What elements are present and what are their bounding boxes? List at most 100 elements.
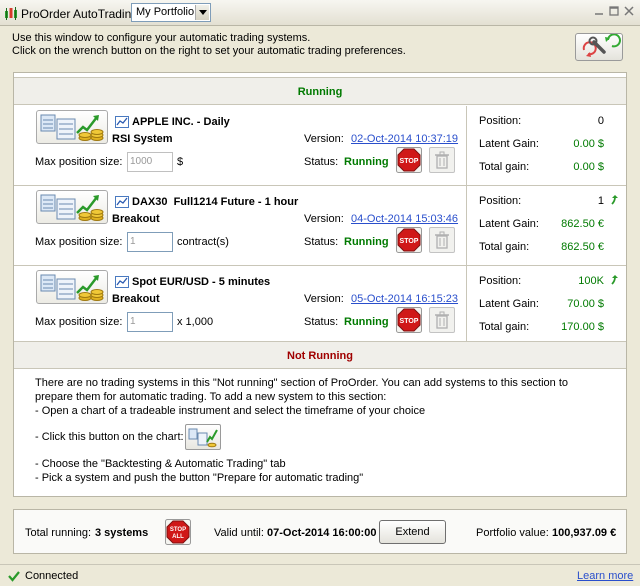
intro-text: Use this window to configure your automa… [12,32,552,58]
max-position-input[interactable]: 1000 [127,152,173,172]
trash-icon [435,231,449,249]
status-value: Running [344,156,389,168]
stop-label: STOP [400,318,419,325]
max-position-label: Max position size: [35,236,123,248]
position-label: Position: [479,115,522,127]
status-value: Running [344,236,389,248]
version-link[interactable]: 04-Oct-2014 15:03:46 [351,213,458,225]
minimize-icon[interactable] [593,5,605,17]
running-section-header: Running [14,77,626,105]
check-icon [8,571,20,582]
column-divider [466,266,467,346]
stop-all-button[interactable]: STOP ALL [165,519,191,545]
not-running-line-4: - Click this button on the chart: [35,431,184,443]
position-label: Position: [479,275,522,287]
valid-until-label: Valid until: [214,527,264,539]
system-name: DAX30 Full1214 Future - 1 hour [132,196,299,208]
title-bar: ProOrder AutoTrading My Portfolio [0,0,640,26]
latent-gain-label: Latent Gain: [479,218,539,230]
chevron-down-icon[interactable] [195,5,209,20]
max-position-input[interactable]: 1 [127,232,173,252]
learn-more-link[interactable]: Learn more [577,570,633,582]
version-label: Version: [304,293,344,305]
extend-button[interactable]: Extend [379,520,446,544]
system-row-apple: APPLE INC. - Daily RSI System Max positi… [14,106,626,186]
total-gain-value: 170.00 $ [561,321,604,333]
portfolio-select[interactable]: My Portfolio [131,3,211,22]
delete-button[interactable] [429,227,455,253]
max-position-input[interactable]: 1 [127,312,173,332]
not-running-line-1: There are no trading systems in this "No… [35,377,569,389]
delete-button[interactable] [429,147,455,173]
stop-all-label-line-1: STOP [170,527,186,533]
trading-system-icon [188,428,218,448]
stop-all-label-line-2: ALL [172,534,184,540]
chart-type-icon [115,276,129,288]
system-chart-button[interactable] [36,270,108,304]
trend-up-icon [611,275,618,285]
version-link[interactable]: 05-Oct-2014 16:15:23 [351,293,458,305]
stop-label: STOP [400,158,419,165]
total-gain-label: Total gain: [479,241,530,253]
not-running-line-2: prepare them for automatic trading. To a… [35,391,387,403]
total-gain-label: Total gain: [479,161,530,173]
column-divider [466,106,467,186]
latent-gain-label: Latent Gain: [479,298,539,310]
version-link[interactable]: 02-Oct-2014 10:37:19 [351,133,458,145]
total-running-value: 3 systems [95,527,149,539]
system-name: APPLE INC. - Daily [132,116,230,128]
max-position-label: Max position size: [35,316,123,328]
stop-button[interactable]: STOP [396,307,422,333]
max-position-unit: contract(s) [177,236,229,248]
max-position-unit: x 1,000 [177,316,214,328]
portfolio-value-label: Portfolio value: [476,527,549,539]
trash-icon [435,151,449,169]
chart-type-icon [115,116,129,128]
max-position-unit: $ [177,156,184,168]
position-label: Position: [479,195,522,207]
system-row-eurusd: Spot EUR/USD - 5 minutes Breakout Max po… [14,266,626,346]
latent-gain-value: 70.00 $ [567,298,604,310]
preferences-wrench-button[interactable] [575,33,623,61]
max-position-label: Max position size: [35,156,123,168]
trading-system-icon [40,114,104,141]
system-name: Spot EUR/USD - 5 minutes [132,276,271,288]
close-icon[interactable] [623,5,635,17]
not-running-line-3: - Open a chart of a tradeable instrument… [35,405,426,417]
window-title: ProOrder AutoTrading [21,7,138,21]
system-chart-button[interactable] [36,190,108,224]
app-logo-icon [5,7,17,20]
trash-icon [435,311,449,329]
system-strategy: Breakout [112,293,160,305]
status-bar: Connected Learn more [0,564,640,586]
not-running-line-5: - Choose the "Backtesting & Automatic Tr… [35,458,286,470]
portfolio-select-value: My Portfolio [136,6,195,18]
status-label: Status: [304,236,339,248]
maximize-icon[interactable] [608,5,620,17]
system-strategy: RSI System [112,133,173,145]
latent-gain-value: 0.00 $ [573,138,604,150]
intro-line-2: Click on the wrench button on the right … [12,45,406,57]
chart-trading-button[interactable] [185,424,221,450]
valid-until-value: 07-Oct-2014 16:00:00 [267,527,377,539]
latent-gain-value: 862.50 € [561,218,604,230]
not-running-section-header: Not Running [14,341,626,369]
systems-panel: Running APPLE INC. - Daily RSI System Ma… [13,72,627,497]
trading-system-icon [40,274,104,301]
total-gain-value: 862.50 € [561,241,604,253]
portfolio-value: 100,937.09 € [552,527,617,539]
version-label: Version: [304,133,344,145]
stop-button[interactable]: STOP [396,147,422,173]
intro-line-1: Use this window to configure your automa… [12,32,311,44]
version-label: Version: [304,213,344,225]
stop-label: STOP [400,238,419,245]
system-row-dax30: DAX30 Full1214 Future - 1 hour Breakout … [14,186,626,266]
system-chart-button[interactable] [36,110,108,144]
total-gain-value: 0.00 $ [573,161,604,173]
column-divider [466,186,467,266]
position-value: 100K [578,275,604,287]
stop-button[interactable]: STOP [396,227,422,253]
status-label: Status: [304,316,339,328]
delete-button[interactable] [429,307,455,333]
chart-type-icon [115,196,129,208]
